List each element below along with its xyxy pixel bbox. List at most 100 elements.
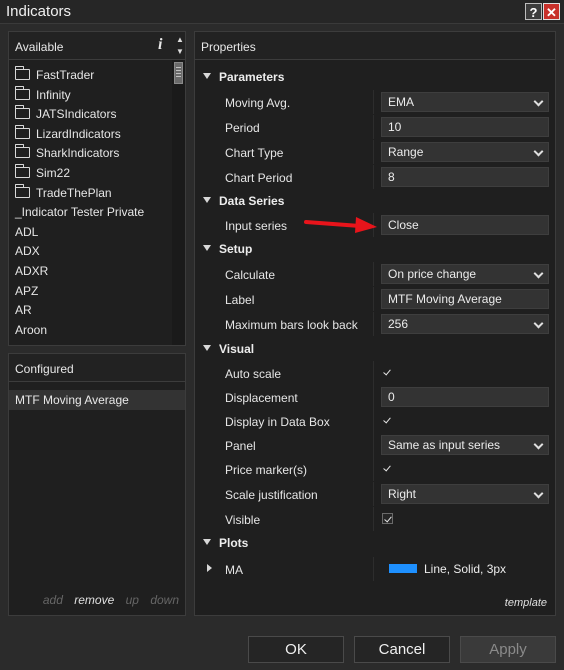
prop-row-scale-justification: Scale justification Right — [195, 482, 555, 506]
indicator-item[interactable]: ADXR — [15, 261, 48, 281]
collapse-arrow-icon[interactable] — [203, 197, 211, 203]
item-label: _Indicator Tester Private — [15, 205, 145, 220]
available-header: Available i ▲ ▼ — [9, 32, 185, 60]
help-button[interactable]: ? — [525, 3, 542, 20]
prop-row-chart-type: Chart Type Range — [195, 140, 555, 164]
available-scrollbar[interactable] — [172, 60, 185, 345]
folder-icon — [15, 144, 30, 159]
prop-row-period: Period 10 — [195, 115, 555, 139]
category-plots[interactable]: Plots — [195, 531, 555, 555]
prop-row-visible: Visible — [195, 507, 555, 531]
prop-label: Auto scale — [225, 367, 282, 381]
scale-justification-select[interactable]: Right — [381, 484, 549, 504]
item-label: TradeThePlan — [36, 185, 112, 200]
item-label: ADX — [15, 244, 40, 259]
collapse-arrow-icon[interactable] — [203, 539, 211, 545]
configured-panel: Configured MTF Moving Average add remove… — [8, 353, 186, 616]
category-label: Parameters — [219, 70, 285, 84]
folder-item[interactable]: LizardIndicators — [15, 124, 121, 144]
folder-item[interactable]: Sim22 — [15, 163, 70, 183]
cancel-button[interactable]: Cancel — [354, 636, 450, 663]
properties-title: Properties — [201, 40, 256, 54]
indicator-item[interactable]: AR — [15, 300, 32, 320]
calculate-select[interactable]: On price change — [381, 264, 549, 284]
available-title: Available — [15, 40, 64, 54]
prop-row-auto-scale: Auto scale — [195, 361, 555, 385]
folder-icon — [15, 124, 30, 139]
item-label: JATSIndicators — [36, 107, 117, 122]
auto-scale-checkbox[interactable] — [382, 367, 393, 378]
category-data-series[interactable]: Data Series — [195, 189, 555, 213]
scroll-down-arrow-icon[interactable]: ▼ — [175, 47, 185, 57]
category-label: Plots — [219, 536, 249, 550]
add-button[interactable]: add — [43, 593, 63, 607]
configured-header: Configured — [9, 354, 185, 382]
folder-item[interactable]: SharkIndicators — [15, 143, 119, 163]
prop-row-max-bars: Maximum bars look back 256 — [195, 312, 555, 336]
scrollbar-thumb[interactable] — [174, 62, 183, 84]
window-title: Indicators — [6, 3, 72, 20]
price-markers-checkbox[interactable] — [382, 463, 393, 474]
expand-arrow-icon[interactable] — [207, 564, 212, 572]
indicator-item[interactable]: ADX — [15, 241, 40, 261]
folder-item[interactable]: TradeThePlan — [15, 183, 112, 203]
category-visual[interactable]: Visual — [195, 337, 555, 361]
apply-button[interactable]: Apply — [460, 636, 556, 663]
prop-row-calculate: Calculate On price change — [195, 262, 555, 286]
prop-row-plot-ma: MA Line, Solid, 3px — [195, 557, 555, 581]
chart-type-select[interactable]: Range — [381, 142, 549, 162]
folder-icon — [15, 183, 30, 198]
indicator-item[interactable]: ADL — [15, 222, 38, 242]
properties-header: Properties — [195, 32, 555, 60]
ok-button[interactable]: OK — [248, 636, 344, 663]
folder-icon — [15, 85, 30, 100]
collapse-arrow-icon[interactable] — [203, 345, 211, 351]
folder-item[interactable]: FastTrader — [15, 65, 94, 85]
item-label: Sim22 — [36, 166, 71, 180]
panel-select[interactable]: Same as input series — [381, 435, 549, 455]
indicator-item[interactable]: _Indicator Tester Private — [15, 202, 144, 222]
display-in-data-box-checkbox[interactable] — [382, 415, 393, 426]
configured-title: Configured — [15, 362, 74, 376]
info-icon[interactable]: i — [158, 36, 162, 54]
category-parameters[interactable]: Parameters — [195, 65, 555, 89]
moving-avg-select[interactable]: EMA — [381, 92, 549, 112]
chart-period-input[interactable]: 8 — [381, 167, 549, 187]
max-bars-select[interactable]: 256 — [381, 314, 549, 334]
prop-label: Price marker(s) — [225, 463, 308, 477]
prop-label: Period — [225, 121, 260, 135]
plot-style-value[interactable]: Line, Solid, 3px — [424, 562, 506, 576]
category-setup[interactable]: Setup — [195, 237, 555, 261]
folder-icon — [15, 164, 30, 178]
visible-checkbox[interactable] — [382, 513, 393, 524]
input-series-field[interactable]: Close — [381, 215, 549, 235]
prop-label: Moving Avg. — [225, 96, 291, 110]
move-down-button[interactable]: down — [150, 593, 179, 607]
available-panel: Available i ▲ ▼ FastTrader Infinity JATSIn… — [8, 31, 186, 346]
indicator-item[interactable]: Aroon — [15, 320, 47, 340]
scroll-up-arrow-icon[interactable]: ▲ — [175, 35, 185, 45]
displacement-input[interactable]: 0 — [381, 387, 549, 407]
prop-label: Display in Data Box — [225, 415, 330, 429]
template-link[interactable]: template — [505, 597, 547, 609]
plot-color-swatch[interactable] — [389, 564, 417, 573]
properties-panel: Properties Parameters Moving Avg. EMA Pe… — [194, 31, 556, 616]
indicator-item[interactable]: APZ — [15, 281, 38, 301]
available-list: FastTrader Infinity JATSIndicators LizardIn… — [9, 60, 171, 345]
prop-row-label: Label MTF Moving Average — [195, 287, 555, 311]
item-label: AR — [15, 303, 32, 318]
configured-item[interactable]: MTF Moving Average — [9, 390, 185, 410]
remove-button[interactable]: remove — [74, 593, 114, 607]
item-label: ADXR — [15, 264, 49, 278]
label-input[interactable]: MTF Moving Average — [381, 289, 549, 309]
collapse-arrow-icon[interactable] — [203, 73, 211, 79]
move-up-button[interactable]: up — [126, 593, 139, 607]
item-label: FastTrader — [36, 68, 95, 82]
period-input[interactable]: 10 — [381, 117, 549, 137]
configured-actions: add remove up down — [9, 593, 185, 607]
close-button[interactable]: ✕ — [543, 3, 560, 20]
folder-item[interactable]: Infinity — [15, 85, 71, 105]
category-label: Visual — [219, 342, 255, 356]
collapse-arrow-icon[interactable] — [203, 245, 211, 251]
folder-item[interactable]: JATSIndicators — [15, 104, 116, 124]
